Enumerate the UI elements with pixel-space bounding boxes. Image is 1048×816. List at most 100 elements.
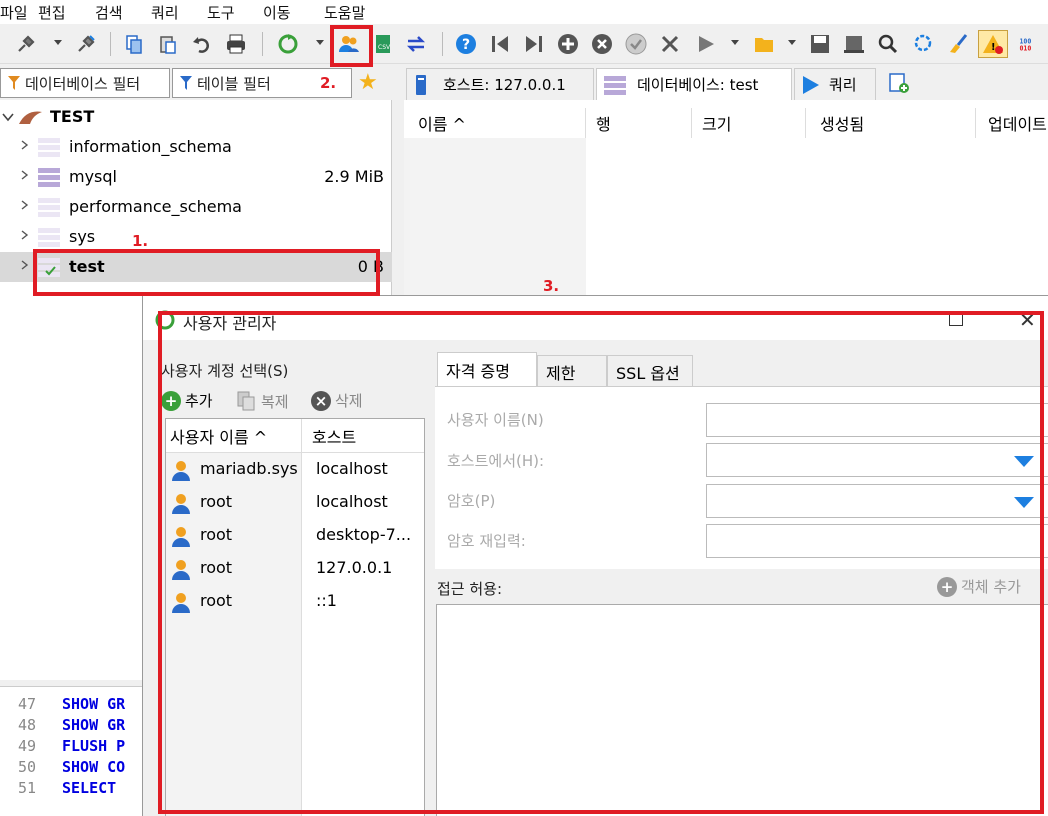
tab-database[interactable]: 데이터베이스: test — [596, 68, 792, 100]
database-filter-input[interactable]: 데이터베이스 필터 — [0, 68, 170, 98]
last-record-icon[interactable] — [522, 32, 546, 56]
chevron-right-icon[interactable] — [20, 260, 30, 270]
line-code: SHOW GR — [62, 716, 126, 734]
delete-record-icon[interactable] — [590, 32, 614, 56]
database-filter-placeholder: 데이터베이스 필터 — [25, 74, 141, 93]
line-number: 48 — [17, 716, 36, 734]
chevron-down-icon[interactable] — [2, 111, 14, 123]
find-icon[interactable] — [876, 32, 900, 56]
database-icon — [38, 198, 60, 217]
editor-line: 50 SHOW CO — [0, 758, 142, 779]
tab-host-label: 호스트: 127.0.0.1 — [443, 76, 566, 94]
highlight-box-user-manager — [330, 25, 373, 67]
menu-bar: 파일 편집 검색 쿼리 도구 이동 도움말 — [0, 0, 1048, 24]
toolbar-separator — [110, 32, 111, 56]
copy-icon[interactable] — [122, 32, 146, 56]
new-query-tab-icon[interactable] — [888, 72, 910, 98]
menu-search[interactable]: 검색 — [95, 2, 151, 23]
cancel-edit-icon[interactable] — [658, 32, 682, 56]
toolbar-separator — [262, 32, 263, 56]
database-icon — [38, 228, 60, 247]
folder-dropdown-icon[interactable] — [788, 40, 796, 45]
svg-text:CSV: CSV — [378, 44, 391, 51]
column-header-updated[interactable]: 업데이트 — [976, 108, 1048, 138]
tab-query-label: 쿼리 — [829, 76, 857, 94]
tree-item[interactable]: mysql 2.9 MiB — [0, 162, 392, 192]
save-icon[interactable] — [808, 32, 832, 56]
connect-icon[interactable] — [14, 32, 38, 56]
menu-file[interactable]: 파일 — [0, 2, 38, 23]
line-code: SELECT — [62, 779, 117, 797]
connect-dropdown-icon[interactable] — [54, 40, 62, 45]
menu-edit[interactable]: 편집 — [38, 2, 95, 23]
tab-query[interactable]: 쿼리 — [794, 68, 876, 100]
add-record-icon[interactable] — [556, 32, 580, 56]
column-header-size[interactable]: 크기 — [692, 108, 806, 138]
sync-icon[interactable] — [404, 32, 428, 56]
database-icon — [38, 138, 60, 157]
highlight-box-dialog — [158, 311, 1044, 814]
annotation-label-3: 3. — [543, 277, 560, 295]
line-code: SHOW GR — [62, 695, 126, 713]
undo-icon[interactable] — [190, 32, 214, 56]
menu-help[interactable]: 도움말 — [324, 2, 384, 23]
help-icon[interactable]: ? — [454, 32, 478, 56]
clear-icon[interactable] — [946, 32, 970, 56]
run-icon[interactable] — [694, 32, 718, 56]
line-number: 47 — [17, 695, 36, 713]
tree-root[interactable]: TEST — [0, 102, 392, 132]
dolphin-icon — [19, 111, 42, 124]
replace-icon[interactable] — [912, 32, 936, 56]
post-record-icon[interactable] — [624, 32, 648, 56]
print-icon[interactable] — [224, 32, 248, 56]
export-csv-icon[interactable]: CSV — [372, 32, 396, 56]
database-icon — [38, 168, 60, 187]
main-tabs: 호스트: 127.0.0.1 데이터베이스: test 쿼리 — [400, 66, 1048, 100]
binary-icon[interactable]: 100 010 — [1014, 32, 1044, 56]
tree-item[interactable]: information_schema — [0, 132, 392, 162]
refresh-dropdown-icon[interactable] — [316, 40, 324, 45]
database-icon — [604, 75, 626, 95]
tree-item-label: mysql — [69, 167, 117, 186]
line-number: 49 — [17, 737, 36, 755]
save-as-icon[interactable] — [842, 32, 866, 56]
tree-item-size: 2.9 MiB — [324, 167, 384, 186]
toolbar-separator — [442, 32, 443, 56]
column-header-created[interactable]: 생성됨 — [806, 108, 976, 138]
tab-host[interactable]: 호스트: 127.0.0.1 — [406, 68, 594, 100]
menu-tools[interactable]: 도구 — [207, 2, 263, 23]
editor-line: 49 FLUSH P — [0, 737, 142, 758]
svg-text:?: ? — [462, 37, 470, 53]
annotation-label-2: 2. — [320, 74, 337, 92]
open-folder-icon[interactable] — [752, 32, 776, 56]
svg-text:!: ! — [991, 42, 996, 53]
chevron-right-icon[interactable] — [20, 170, 30, 180]
column-header-name[interactable]: 이름 ^ — [404, 108, 586, 138]
editor-line: 47 SHOW GR — [0, 695, 142, 716]
paste-icon[interactable] — [156, 32, 180, 56]
svg-text:010: 010 — [1019, 45, 1031, 53]
chevron-right-icon[interactable] — [20, 230, 30, 240]
editor-line: 48 SHOW GR — [0, 716, 142, 737]
tree-item[interactable]: performance_schema — [0, 192, 392, 222]
first-record-icon[interactable] — [488, 32, 512, 56]
favorites-star-icon[interactable]: ★ — [358, 70, 378, 95]
toolbar: CSV ? ! 100 010 — [0, 26, 1048, 64]
sql-editor[interactable]: 47 SHOW GR 48 SHOW GR 49 FLUSH P 50 SHOW CO … — [0, 686, 142, 816]
menu-query[interactable]: 쿼리 — [151, 2, 207, 23]
tree-item[interactable]: sys — [0, 222, 392, 252]
server-icon — [416, 74, 426, 95]
table-filter-placeholder: 테이블 필터 — [197, 74, 271, 93]
chevron-right-icon[interactable] — [20, 140, 30, 150]
disconnect-icon[interactable] — [74, 32, 98, 56]
chevron-right-icon[interactable] — [20, 200, 30, 210]
warning-filter-icon[interactable]: ! — [978, 30, 1008, 58]
line-code: SHOW CO — [62, 758, 126, 776]
menu-go[interactable]: 이동 — [263, 2, 324, 23]
run-dropdown-icon[interactable] — [731, 40, 739, 45]
column-header-rows[interactable]: 행 — [586, 108, 692, 138]
line-code: FLUSH P — [62, 737, 126, 755]
refresh-icon[interactable] — [276, 32, 300, 56]
tree-item-label: information_schema — [69, 137, 232, 156]
list-column-shade — [404, 138, 586, 295]
